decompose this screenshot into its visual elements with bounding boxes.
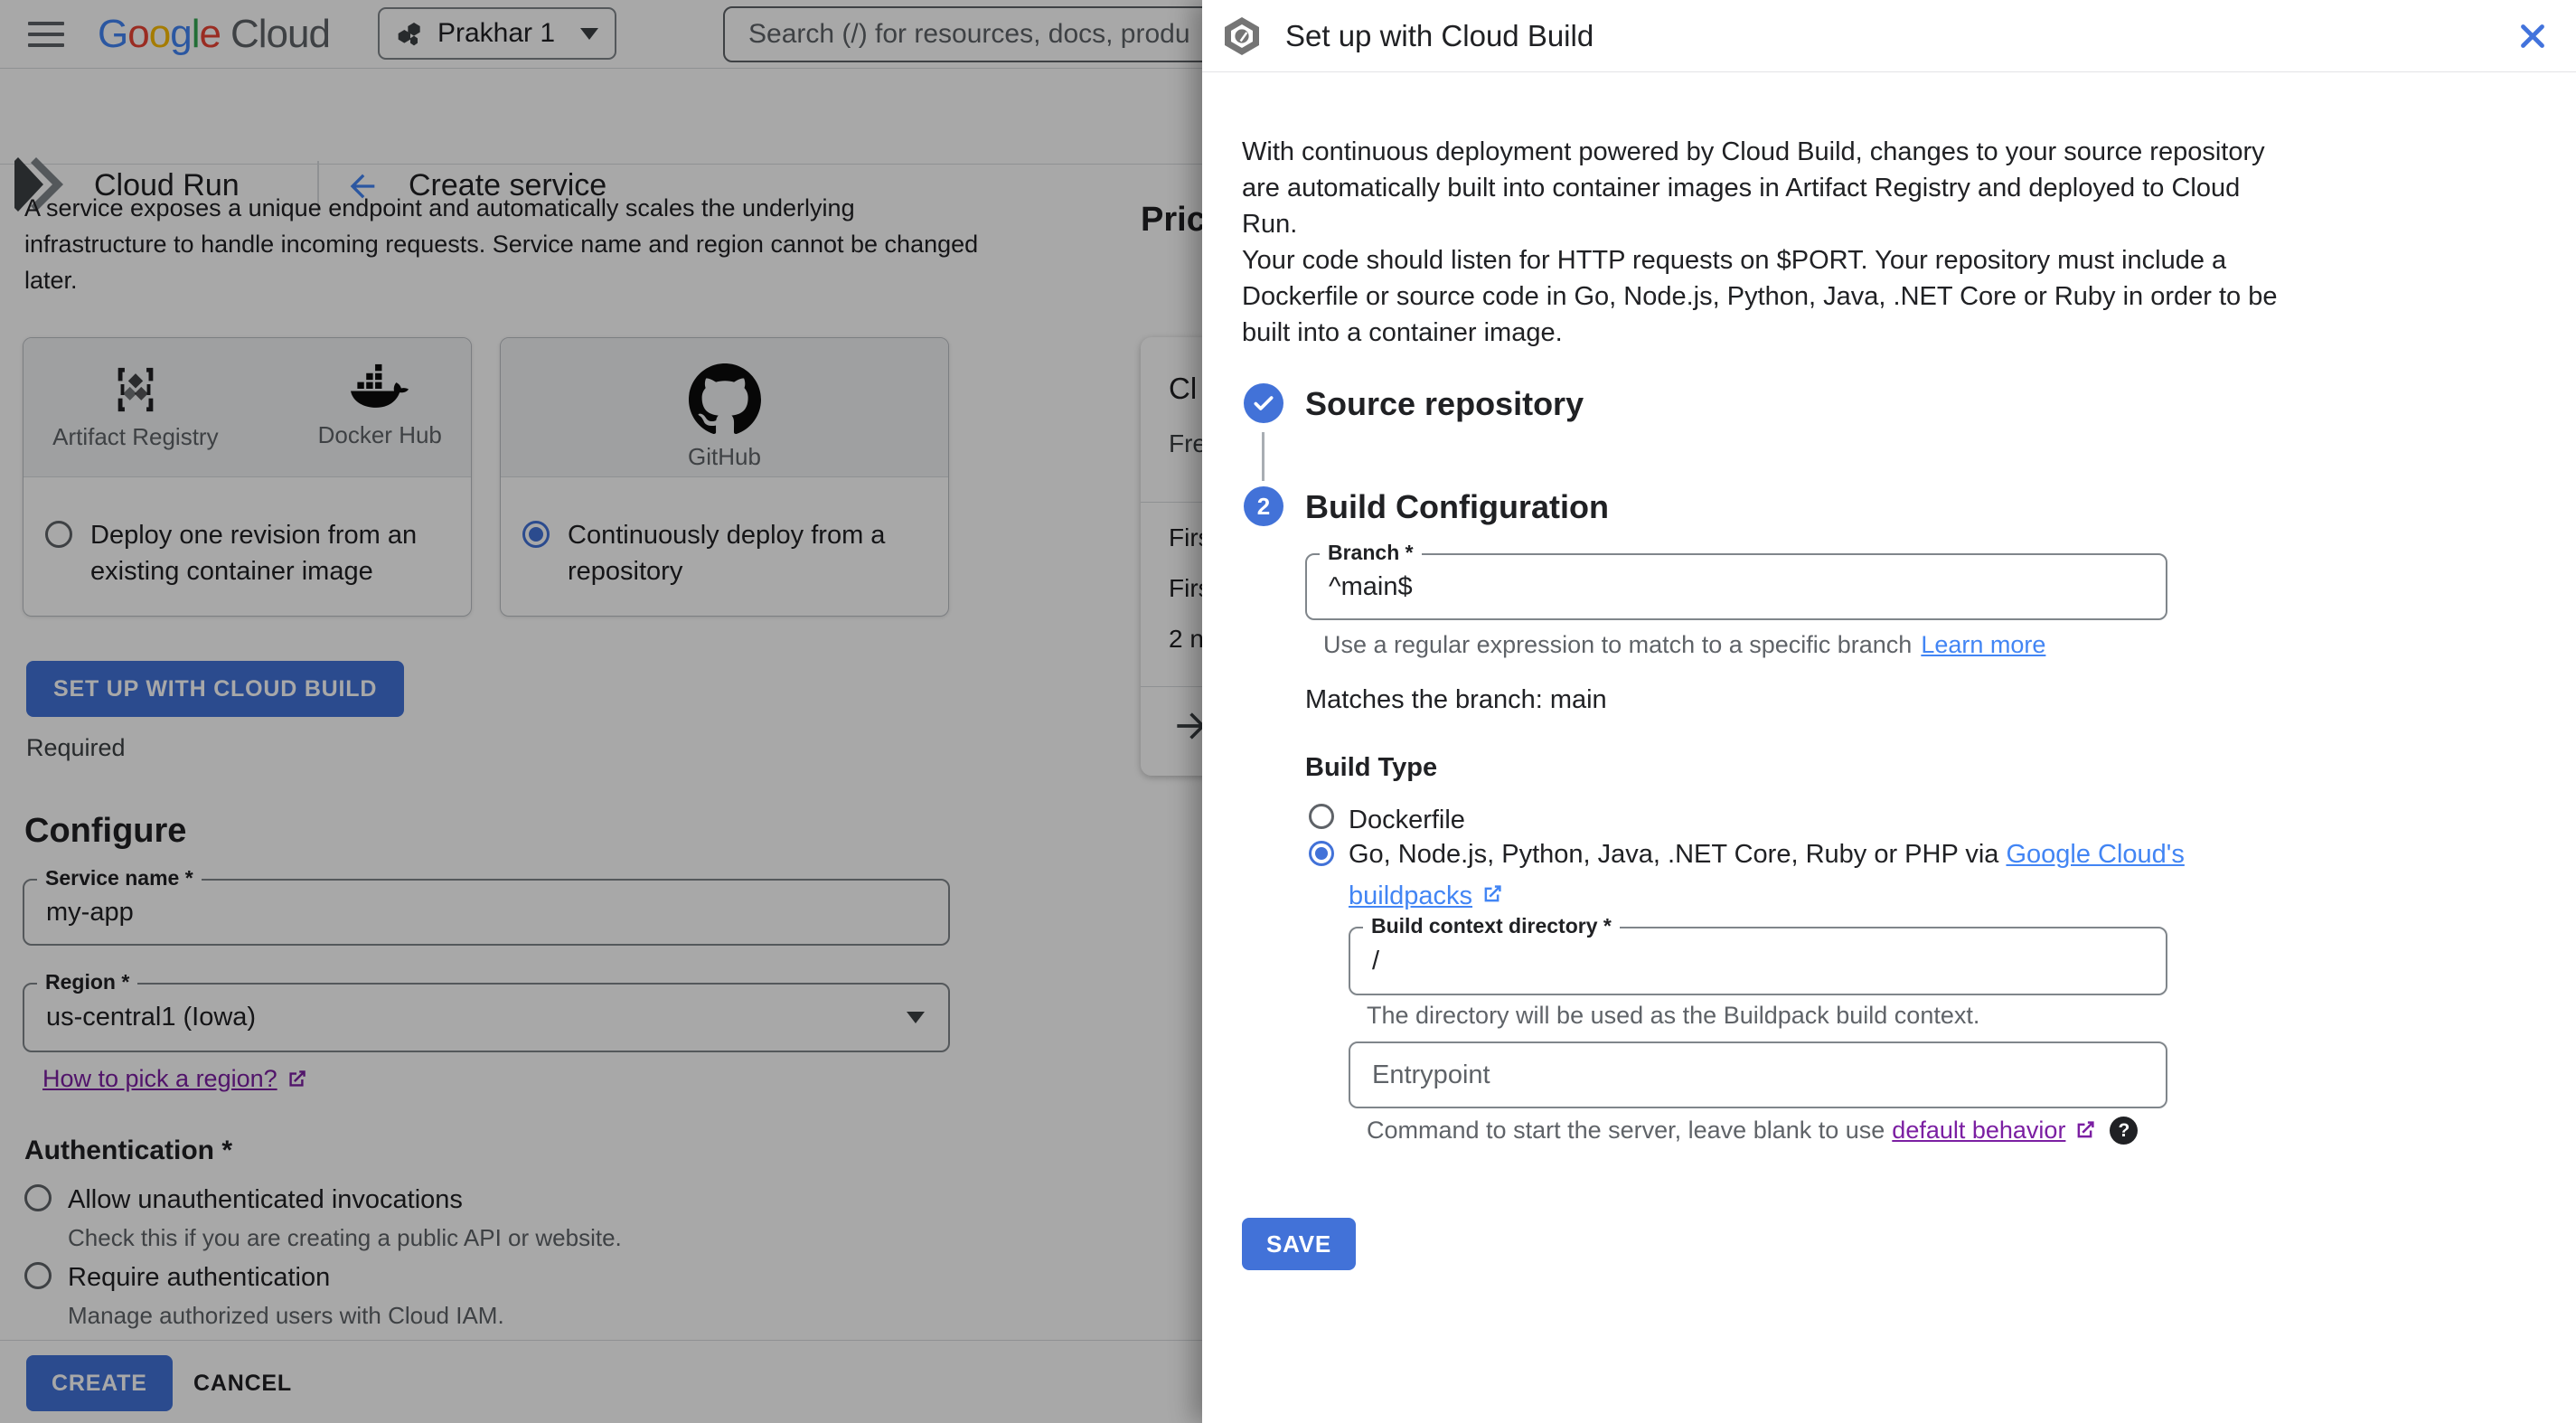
build-context-input[interactable] [1350, 946, 2166, 976]
build-type-label: Build Type [1305, 753, 1438, 782]
step1-complete-badge [1244, 383, 1283, 423]
cloud-build-icon [1225, 17, 1259, 55]
build-type-buildpacks-option[interactable]: Go, Node.js, Python, Java, .NET Core, Ru… [1309, 834, 2185, 917]
branch-input[interactable] [1307, 571, 2166, 602]
step-connector [1262, 432, 1264, 481]
build-context-field: Build context directory * [1349, 914, 2167, 995]
buildpacks-link[interactable]: buildpacks [1349, 881, 1472, 910]
screen: Google Cloud Prakhar 1 Search (/) for re… [0, 0, 2576, 1423]
panel-title: Set up with Cloud Build [1285, 19, 1594, 52]
step2-title: Build Configuration [1305, 488, 1609, 525]
step2-badge: 2 [1244, 486, 1283, 526]
close-icon [2521, 24, 2544, 48]
dockerfile-radio[interactable] [1309, 804, 1334, 829]
branch-helper: Use a regular expression to match to a s… [1323, 631, 2046, 659]
check-icon [1254, 396, 1274, 410]
modal-scrim[interactable] [0, 0, 1202, 1423]
close-button[interactable] [2507, 11, 2558, 61]
entrypoint-helper: Command to start the server, leave blank… [1367, 1117, 2139, 1145]
external-link-icon [1484, 885, 1501, 902]
buildpacks-radio[interactable] [1309, 841, 1334, 866]
panel-description: With continuous deployment powered by Cl… [1242, 137, 2278, 347]
branch-field: Branch * [1305, 541, 2167, 620]
save-button[interactable]: SAVE [1242, 1218, 1357, 1270]
default-behavior-link[interactable]: default behavior [1892, 1117, 2065, 1145]
build-context-helper: The directory will be used as the Buildp… [1367, 1002, 1980, 1029]
learn-more-link[interactable]: Learn more [1921, 631, 2045, 659]
entrypoint-field [1349, 1041, 2167, 1108]
buildpacks-link[interactable]: Google Cloud's [2006, 840, 2184, 869]
branch-match-note: Matches the branch: main [1305, 685, 1607, 714]
step1-title: Source repository [1305, 385, 1584, 422]
branch-label: Branch * [1320, 541, 1422, 565]
entrypoint-input[interactable] [1350, 1060, 2166, 1090]
build-context-label: Build context directory * [1363, 914, 1620, 938]
external-link-icon [2078, 1121, 2095, 1138]
cloud-build-panel: Set up with Cloud Build With continuous … [1202, 0, 2576, 1423]
help-icon[interactable]: ? [2110, 1117, 2139, 1145]
panel-header: Set up with Cloud Build [1202, 0, 2576, 72]
